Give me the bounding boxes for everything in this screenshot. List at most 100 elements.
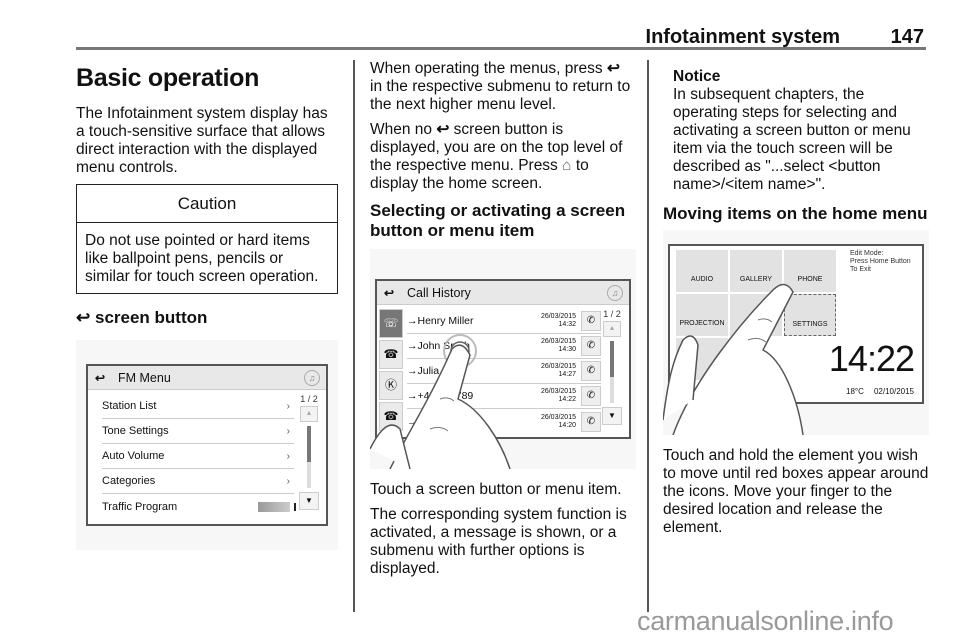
call-datetime: 26/03/2015 14:30 (540, 338, 576, 353)
section-heading: Selecting or activating a screen button … (370, 201, 626, 240)
outgoing-calls-tab-icon[interactable]: ☎ (379, 402, 403, 431)
call-history-figure: ↩ Call History ♫ ☏ ☎ Ⓚ ☎ →Henry Miller 26… (370, 249, 636, 469)
toggle-switch[interactable] (258, 501, 296, 512)
page-indicator: 1 / 2 (300, 394, 318, 404)
menu-item[interactable]: Categories › (102, 469, 294, 494)
menu-item[interactable]: Auto Volume › (102, 444, 294, 469)
home-menu-figure: AUDIO GALLERY PHONE PROJECTION SETTINGS … (663, 230, 929, 435)
clock: 14:22 (828, 338, 915, 379)
back-arrow-icon: ↩ (606, 60, 620, 77)
call-datetime: 26/03/2015 14:20 (540, 413, 576, 429)
caution-body: Do not use pointed or hard items like ba… (85, 232, 319, 285)
call-datetime: 26/03/2015 14:22 (540, 388, 576, 403)
call-name: →Julia R...ff (407, 365, 464, 377)
screen-title: FM Menu (118, 370, 171, 385)
incoming-calls-tab-icon[interactable]: ☎ (379, 340, 403, 369)
home-screen: AUDIO GALLERY PHONE PROJECTION SETTINGS … (668, 244, 924, 404)
section-heading: Basic operation (76, 64, 260, 92)
call-row[interactable]: →Henry Miller 26/03/2015 14:32 ✆ (407, 309, 601, 334)
call-filter-tabs: ☏ ☎ Ⓚ ☎ (379, 309, 403, 433)
tile-gallery[interactable]: GALLERY (730, 250, 782, 292)
paragraph-top-level: When no ↩ screen button is displayed, yo… (370, 121, 623, 192)
menu-item[interactable]: Station List › (102, 394, 294, 419)
phone-icon[interactable]: ✆ (581, 336, 601, 356)
call-name: →+49...56789 (407, 390, 474, 402)
edit-mode-hint: Edit Mode: Press Home Button To Exit (850, 250, 911, 273)
caution-title: Caution (77, 185, 337, 223)
call-datetime: 26/03/2015 14:32 (540, 313, 576, 328)
call-row[interactable]: →+49...56789 26/03/2015 14:22 ✆ (407, 384, 601, 409)
paragraph-result: The corresponding system function is act… (370, 506, 627, 577)
column-1: Basic operation The Infotainment system … (76, 60, 338, 550)
phone-icon[interactable]: ✆ (581, 386, 601, 406)
screen-titlebar: ↩ Call History ♫ (377, 281, 629, 305)
contacts-tab-icon[interactable]: Ⓚ (379, 371, 403, 400)
menu-item-label: Categories (102, 475, 156, 487)
menu-item-label: Auto Volume (102, 450, 165, 462)
paragraph-touch: Touch a screen button or menu item. (370, 481, 622, 498)
chevron-right-icon: › (286, 400, 290, 412)
back-arrow-icon[interactable]: ↩ (88, 371, 112, 385)
tile-audio[interactable]: AUDIO (676, 250, 728, 292)
column-divider (647, 60, 649, 612)
call-name: →John Smith (407, 340, 471, 352)
chevron-right-icon: › (286, 475, 290, 487)
notice-body: In subsequent chapters, the operating st… (673, 86, 911, 193)
column-divider (353, 60, 355, 612)
menu-item-label: Tone Settings (102, 425, 169, 437)
scroll-thumb[interactable] (610, 341, 614, 377)
scrollbar[interactable]: 1 / 2 ▲ ▼ (601, 309, 623, 435)
tile-phone[interactable]: PHONE (784, 250, 836, 292)
scrollbar[interactable]: 1 / 2 ▲ ▼ (298, 394, 320, 520)
call-row[interactable]: →John Smith 26/03/2015 14:30 ✆ (407, 334, 601, 359)
phone-icon[interactable]: ✆ (581, 311, 601, 331)
call-name: →+...567891 (407, 415, 468, 428)
intro-paragraph: The Infotainment system display has a to… (76, 105, 328, 176)
back-arrow-icon: ↩ (76, 308, 91, 327)
notice-title: Notice (673, 68, 721, 85)
menu-list: Station List › Tone Settings › Auto Volume… (102, 394, 296, 519)
tile-other[interactable] (676, 338, 728, 380)
fm-menu-figure: ↩ FM Menu ♫ Station List › Tone Settings ›… (76, 340, 338, 550)
menu-item-label: Station List (102, 400, 157, 412)
menu-item[interactable]: Traffic Program (102, 494, 296, 519)
call-name: →Henry Miller (407, 315, 474, 327)
all-calls-tab-icon[interactable]: ☏ (379, 309, 403, 338)
paragraph-move-items: Touch and hold the element you wish to m… (663, 447, 929, 536)
notice-box: Notice In subsequent chapters, the opera… (663, 68, 929, 194)
back-arrow-icon[interactable]: ↩ (377, 286, 401, 300)
scroll-down-button[interactable]: ▼ (602, 407, 622, 425)
date: 02/10/2015 (873, 387, 914, 396)
column-3: Notice In subsequent chapters, the opera… (663, 60, 929, 544)
subheading-screen-button: ↩ screen button (76, 308, 338, 328)
scroll-thumb[interactable] (307, 426, 311, 462)
call-row[interactable]: →+...567891 26/03/2015 14:20 ✆ (407, 409, 601, 434)
phone-icon[interactable]: ✆ (581, 361, 601, 381)
menu-item[interactable]: Tone Settings › (102, 419, 294, 444)
music-note-icon[interactable]: ♫ (607, 284, 623, 301)
scroll-down-button[interactable]: ▼ (299, 492, 319, 510)
music-note-icon[interactable]: ♫ (304, 369, 320, 386)
home-icon: ⌂ (562, 157, 572, 174)
page-header: Infotainment system 147 (76, 26, 926, 50)
scroll-up-button[interactable]: ▲ (603, 321, 621, 337)
scroll-up-button[interactable]: ▲ (300, 406, 318, 422)
tile-navigation[interactable] (730, 294, 782, 336)
phone-icon[interactable]: ✆ (581, 411, 601, 432)
subheading-text: screen button (94, 308, 208, 327)
screen-titlebar: ↩ FM Menu ♫ (88, 366, 326, 390)
call-history-screen: ↩ Call History ♫ ☏ ☎ Ⓚ ☎ →Henry Miller 26… (375, 279, 631, 439)
section-heading: Moving items on the home menu (663, 204, 928, 223)
tile-projection[interactable]: PROJECTION (676, 294, 728, 336)
call-row[interactable]: →Julia R...ff 26/03/2015 14:27 ✆ (407, 359, 601, 384)
paragraph-back-button: When operating the menus, press ↩ in the… (370, 60, 631, 113)
tile-settings[interactable]: SETTINGS (784, 294, 836, 336)
page-indicator: 1 / 2 (603, 309, 621, 319)
temperature: 18°C (846, 387, 864, 396)
scroll-track[interactable] (307, 426, 311, 488)
page-number: 147 (890, 26, 924, 48)
menu-item-label: Traffic Program (102, 500, 178, 513)
scroll-track[interactable] (610, 341, 614, 403)
fm-menu-screen: ↩ FM Menu ♫ Station List › Tone Settings ›… (86, 364, 328, 526)
caution-box: Caution Do not use pointed or hard items… (76, 184, 338, 294)
